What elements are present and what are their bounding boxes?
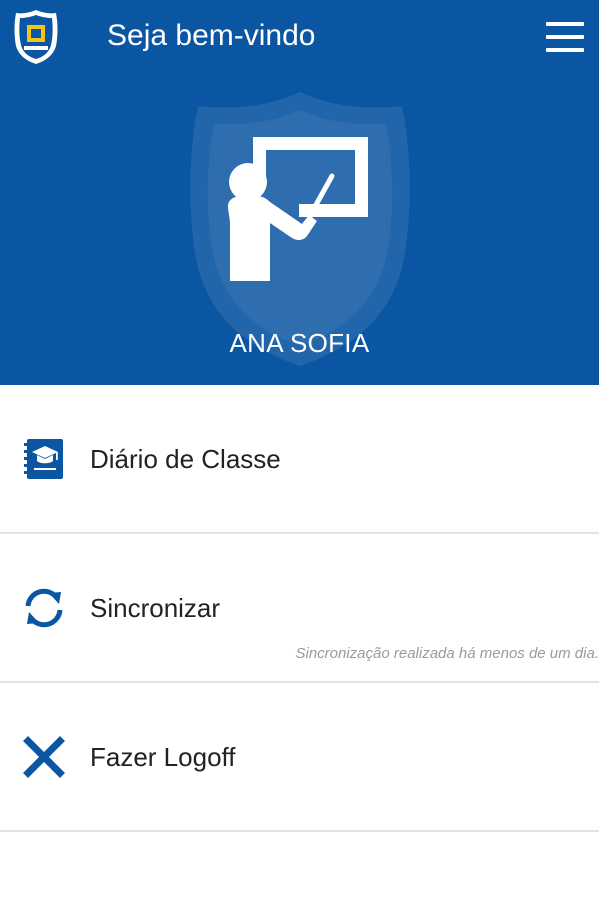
app-bar: Seja bem-vindo <box>0 0 599 74</box>
navigation-menu: Diário de Classe Sincronizar Sincronizaç… <box>0 385 599 832</box>
school-shield-logo-icon <box>14 10 58 64</box>
page-title: Seja bem-vindo <box>107 19 316 52</box>
class-diary-book-icon <box>24 439 63 479</box>
menu-item-label: Sincronizar <box>90 593 221 623</box>
user-name: ANA SOFIA <box>229 328 370 358</box>
menu-item-class-diary[interactable]: Diário de Classe <box>0 385 599 534</box>
menu-line-1 <box>546 22 584 26</box>
sync-icon <box>25 588 63 628</box>
menu-item-label: Diário de Classe <box>90 444 281 474</box>
menu-item-label: Fazer Logoff <box>90 742 236 772</box>
app-screen: Seja bem-vindo ANA SOFIA Diário de Class… <box>0 0 599 900</box>
menu-item-sync[interactable]: Sincronizar Sincronização realizada há m… <box>0 534 599 683</box>
menu-line-2 <box>546 35 584 39</box>
menu-line-3 <box>546 48 584 52</box>
menu-item-logoff[interactable]: Fazer Logoff <box>0 683 599 832</box>
close-x-icon <box>23 736 65 778</box>
hamburger-menu-button[interactable] <box>546 22 584 52</box>
sync-status-text: Sincronização realizada há menos de um d… <box>295 645 599 662</box>
profile-header: ANA SOFIA <box>0 74 599 385</box>
